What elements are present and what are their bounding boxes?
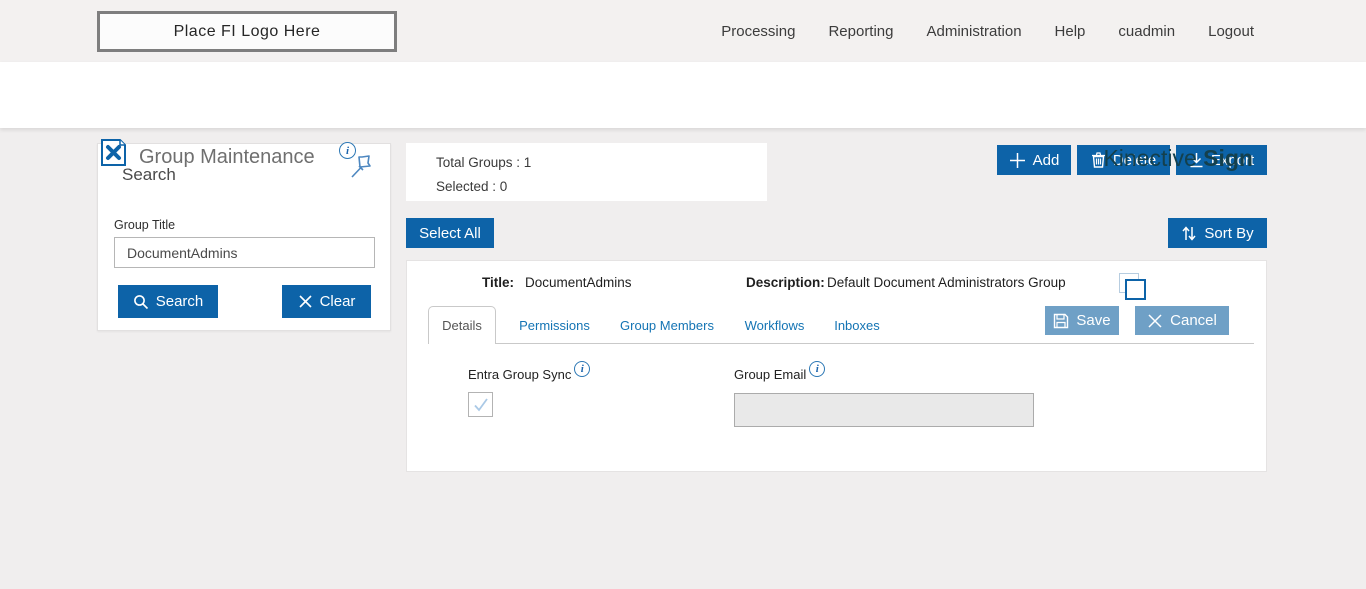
group-title-field-value: DocumentAdmins bbox=[525, 275, 632, 290]
brand-product: Sign bbox=[1203, 145, 1253, 171]
nav-help[interactable]: Help bbox=[1055, 23, 1086, 40]
sort-by-label: Sort By bbox=[1204, 224, 1254, 242]
group-description-value: Default Document Administrators Group bbox=[827, 275, 1066, 290]
group-list-item: Title: DocumentAdmins Description: Defau… bbox=[406, 260, 1267, 472]
copy-group-icon[interactable] bbox=[1119, 273, 1149, 303]
entra-group-sync-label-row: Entra Group Sync i bbox=[468, 361, 591, 382]
page: Place FI Logo Here Processing Reporting … bbox=[0, 0, 1366, 589]
top-navigation: Processing Reporting Administration Help… bbox=[721, 0, 1254, 62]
tab-details[interactable]: Details bbox=[428, 306, 496, 344]
checkmark-icon bbox=[473, 397, 488, 411]
selected-count: Selected : 0 bbox=[436, 179, 508, 194]
clear-button[interactable]: Clear bbox=[282, 285, 371, 318]
group-email-input[interactable] bbox=[734, 393, 1034, 427]
cancel-button[interactable]: Cancel bbox=[1135, 306, 1229, 335]
search-panel: Search Group Title Search Clear bbox=[97, 143, 391, 331]
copy-icon-front-square bbox=[1125, 279, 1146, 300]
group-maintenance-tools-icon bbox=[101, 139, 126, 166]
top-bar: Place FI Logo Here Processing Reporting … bbox=[0, 0, 1366, 62]
tab-workflows[interactable]: Workflows bbox=[732, 306, 817, 344]
cancel-x-icon bbox=[1148, 313, 1162, 328]
tab-permissions[interactable]: Permissions bbox=[507, 306, 602, 344]
page-header: Group Maintenance i Kinective Sign bbox=[0, 62, 1366, 171]
select-all-button[interactable]: Select All bbox=[406, 218, 494, 248]
nav-administration[interactable]: Administration bbox=[927, 23, 1022, 40]
total-groups-count: Total Groups : 1 bbox=[436, 155, 532, 170]
group-title-input[interactable] bbox=[114, 237, 375, 268]
entra-group-sync-label: Entra Group Sync bbox=[468, 367, 572, 382]
save-button-label: Save bbox=[1076, 312, 1111, 329]
group-title-label: Group Title bbox=[114, 218, 176, 232]
entra-group-sync-info-icon[interactable]: i bbox=[574, 361, 591, 377]
close-icon bbox=[298, 295, 312, 308]
nav-logout[interactable]: Logout bbox=[1208, 23, 1254, 40]
search-button[interactable]: Search bbox=[118, 285, 218, 318]
group-email-label: Group Email bbox=[734, 367, 807, 382]
search-button-label: Search bbox=[155, 293, 204, 310]
nav-processing[interactable]: Processing bbox=[721, 23, 795, 40]
cancel-button-label: Cancel bbox=[1170, 312, 1217, 329]
tab-inboxes[interactable]: Inboxes bbox=[822, 306, 892, 344]
brand-logo: Kinective Sign bbox=[1103, 145, 1253, 172]
nav-cuadmin[interactable]: cuadmin bbox=[1118, 23, 1175, 40]
add-button[interactable]: Add bbox=[997, 145, 1071, 175]
search-icon bbox=[133, 294, 148, 309]
tab-group-members[interactable]: Group Members bbox=[612, 306, 722, 344]
save-button[interactable]: Save bbox=[1045, 306, 1119, 335]
add-button-label: Add bbox=[1032, 151, 1060, 169]
group-title-field-label: Title: bbox=[482, 275, 515, 290]
select-all-label: Select All bbox=[419, 224, 481, 242]
clear-button-label: Clear bbox=[319, 293, 356, 310]
sort-arrows-icon bbox=[1182, 225, 1196, 241]
entra-group-sync-checkbox[interactable] bbox=[468, 392, 493, 417]
group-email-label-row: Group Email i bbox=[734, 361, 826, 382]
page-title-info-icon[interactable]: i bbox=[339, 142, 356, 159]
save-floppy-icon bbox=[1054, 313, 1069, 328]
sort-by-button[interactable]: Sort By bbox=[1168, 218, 1267, 248]
groups-summary: Total Groups : 1 Selected : 0 bbox=[406, 143, 767, 201]
brand-name: Kinective bbox=[1103, 145, 1204, 171]
nav-reporting[interactable]: Reporting bbox=[828, 23, 893, 40]
group-email-info-icon[interactable]: i bbox=[809, 361, 826, 377]
group-description-label: Description: bbox=[746, 275, 825, 290]
fi-logo-placeholder[interactable]: Place FI Logo Here bbox=[97, 11, 397, 52]
plus-icon bbox=[1009, 152, 1025, 168]
page-title: Group Maintenance bbox=[139, 146, 315, 168]
